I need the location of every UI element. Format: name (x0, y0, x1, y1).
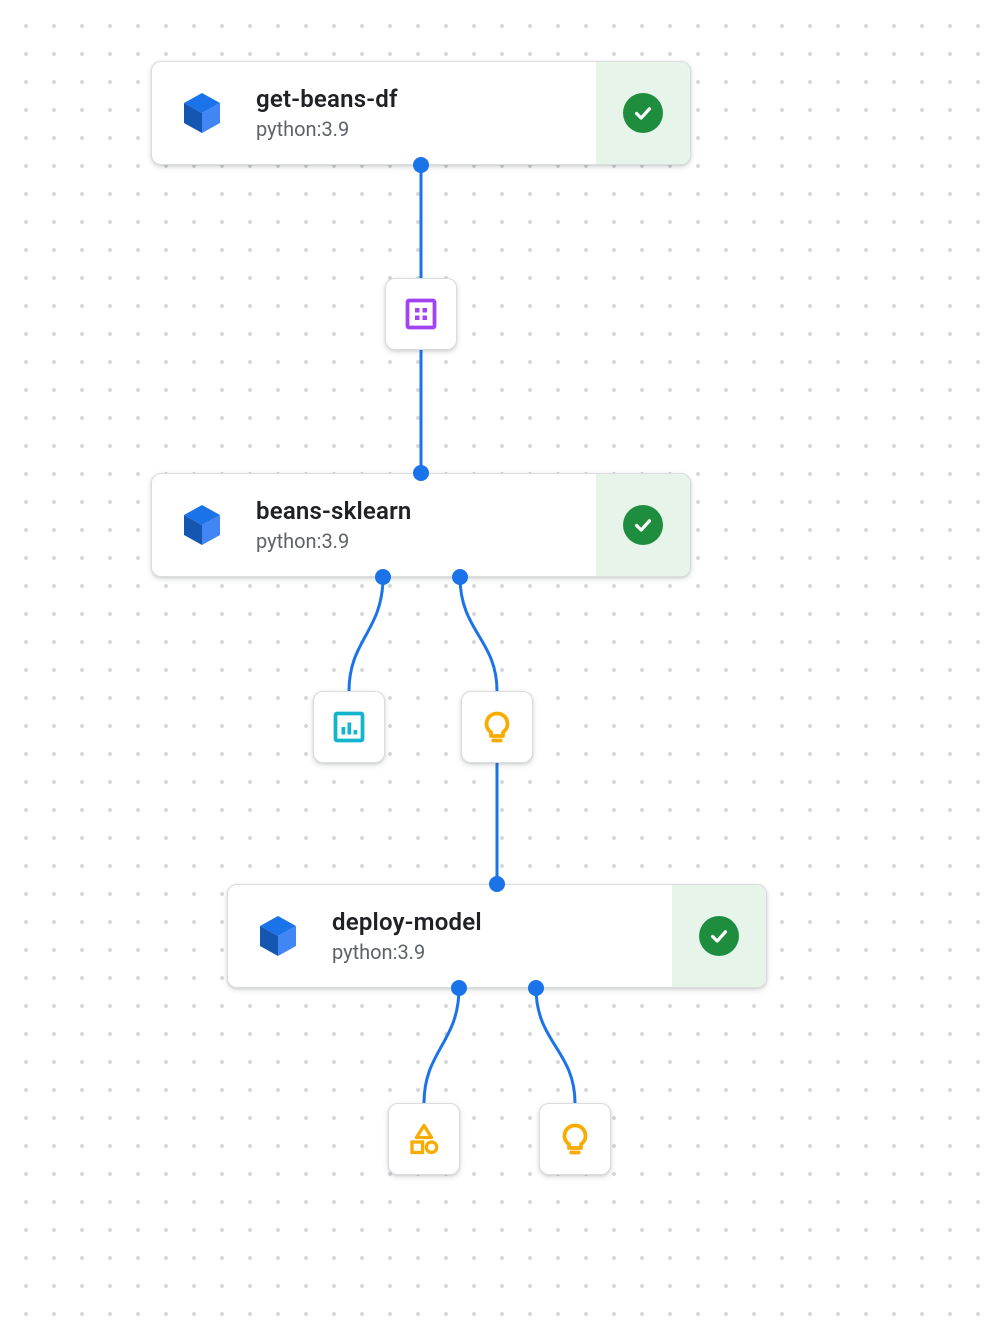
success-icon (699, 916, 739, 956)
cube-icon (178, 501, 226, 549)
edge-layer (0, 0, 988, 1322)
port[interactable] (451, 980, 467, 996)
port[interactable] (413, 157, 429, 173)
node-title: get-beans-df (256, 85, 596, 113)
cube-icon (178, 89, 226, 137)
node-title: beans-sklearn (256, 497, 596, 525)
model-icon (557, 1121, 593, 1157)
artifact-dataset[interactable] (385, 278, 457, 350)
node-status (672, 885, 766, 987)
component-icon (152, 474, 252, 576)
edge (349, 577, 383, 691)
node-text: deploy-model python:3.9 (328, 885, 672, 987)
node-status (596, 62, 690, 164)
node-subtitle: python:3.9 (256, 529, 596, 553)
edge (424, 988, 459, 1103)
node-title: deploy-model (332, 908, 672, 936)
artifact-metrics[interactable] (313, 691, 385, 763)
node-text: get-beans-df python:3.9 (252, 62, 596, 164)
pipeline-canvas[interactable]: get-beans-df python:3.9 beans-sklearn py… (0, 0, 988, 1322)
dataset-icon (403, 296, 439, 332)
edge (536, 988, 575, 1103)
artifact-model[interactable] (461, 691, 533, 763)
edge (460, 577, 497, 691)
pipeline-node-beans-sklearn[interactable]: beans-sklearn python:3.9 (151, 473, 691, 577)
node-text: beans-sklearn python:3.9 (252, 474, 596, 576)
artifact-model[interactable] (539, 1103, 611, 1175)
cube-icon (254, 912, 302, 960)
endpoint-icon (406, 1121, 442, 1157)
component-icon (228, 885, 328, 987)
node-subtitle: python:3.9 (256, 117, 596, 141)
node-status (596, 474, 690, 576)
artifact-endpoint[interactable] (388, 1103, 460, 1175)
component-icon (152, 62, 252, 164)
success-icon (623, 93, 663, 133)
model-icon (479, 709, 515, 745)
port[interactable] (528, 980, 544, 996)
metrics-icon (331, 709, 367, 745)
pipeline-node-get-beans-df[interactable]: get-beans-df python:3.9 (151, 61, 691, 165)
port[interactable] (452, 569, 468, 585)
port[interactable] (413, 465, 429, 481)
success-icon (623, 505, 663, 545)
node-subtitle: python:3.9 (332, 940, 672, 964)
port[interactable] (375, 569, 391, 585)
port[interactable] (489, 876, 505, 892)
pipeline-node-deploy-model[interactable]: deploy-model python:3.9 (227, 884, 767, 988)
